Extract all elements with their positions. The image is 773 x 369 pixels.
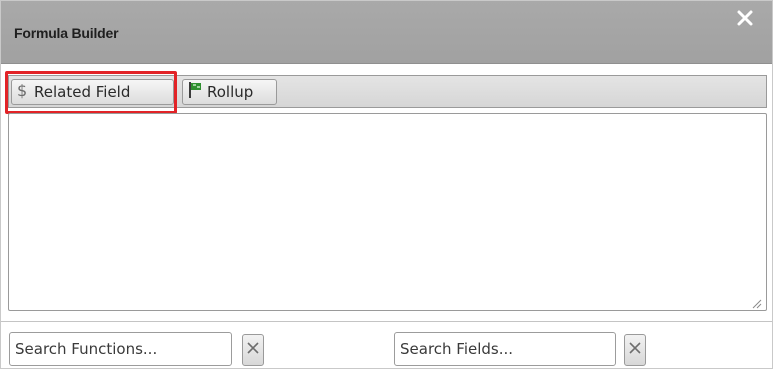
- clear-x-icon: [628, 341, 642, 360]
- clear-x-icon: [246, 341, 260, 360]
- footer-divider: [1, 321, 772, 322]
- related-field-label: Related Field: [34, 83, 131, 101]
- svg-text:$: $: [17, 81, 27, 99]
- clear-functions-button[interactable]: [242, 334, 264, 366]
- formula-builder-dialog: Formula Builder $ Related Field Rollup S…: [0, 0, 773, 369]
- formula-toolbar: $ Related Field Rollup: [8, 75, 767, 108]
- formula-editor[interactable]: [8, 113, 767, 311]
- close-icon[interactable]: [734, 7, 756, 29]
- search-functions-input[interactable]: [9, 332, 232, 366]
- clear-fields-button[interactable]: [624, 334, 646, 366]
- dialog-title: Formula Builder: [14, 25, 119, 41]
- rollup-button[interactable]: Rollup: [182, 79, 277, 105]
- dialog-titlebar[interactable]: Formula Builder: [1, 1, 772, 64]
- flag-icon: [187, 81, 203, 103]
- related-field-button[interactable]: $ Related Field: [11, 79, 174, 105]
- dollar-icon: $: [16, 81, 30, 103]
- rollup-label: Rollup: [207, 83, 254, 101]
- search-fields-input[interactable]: [394, 332, 616, 366]
